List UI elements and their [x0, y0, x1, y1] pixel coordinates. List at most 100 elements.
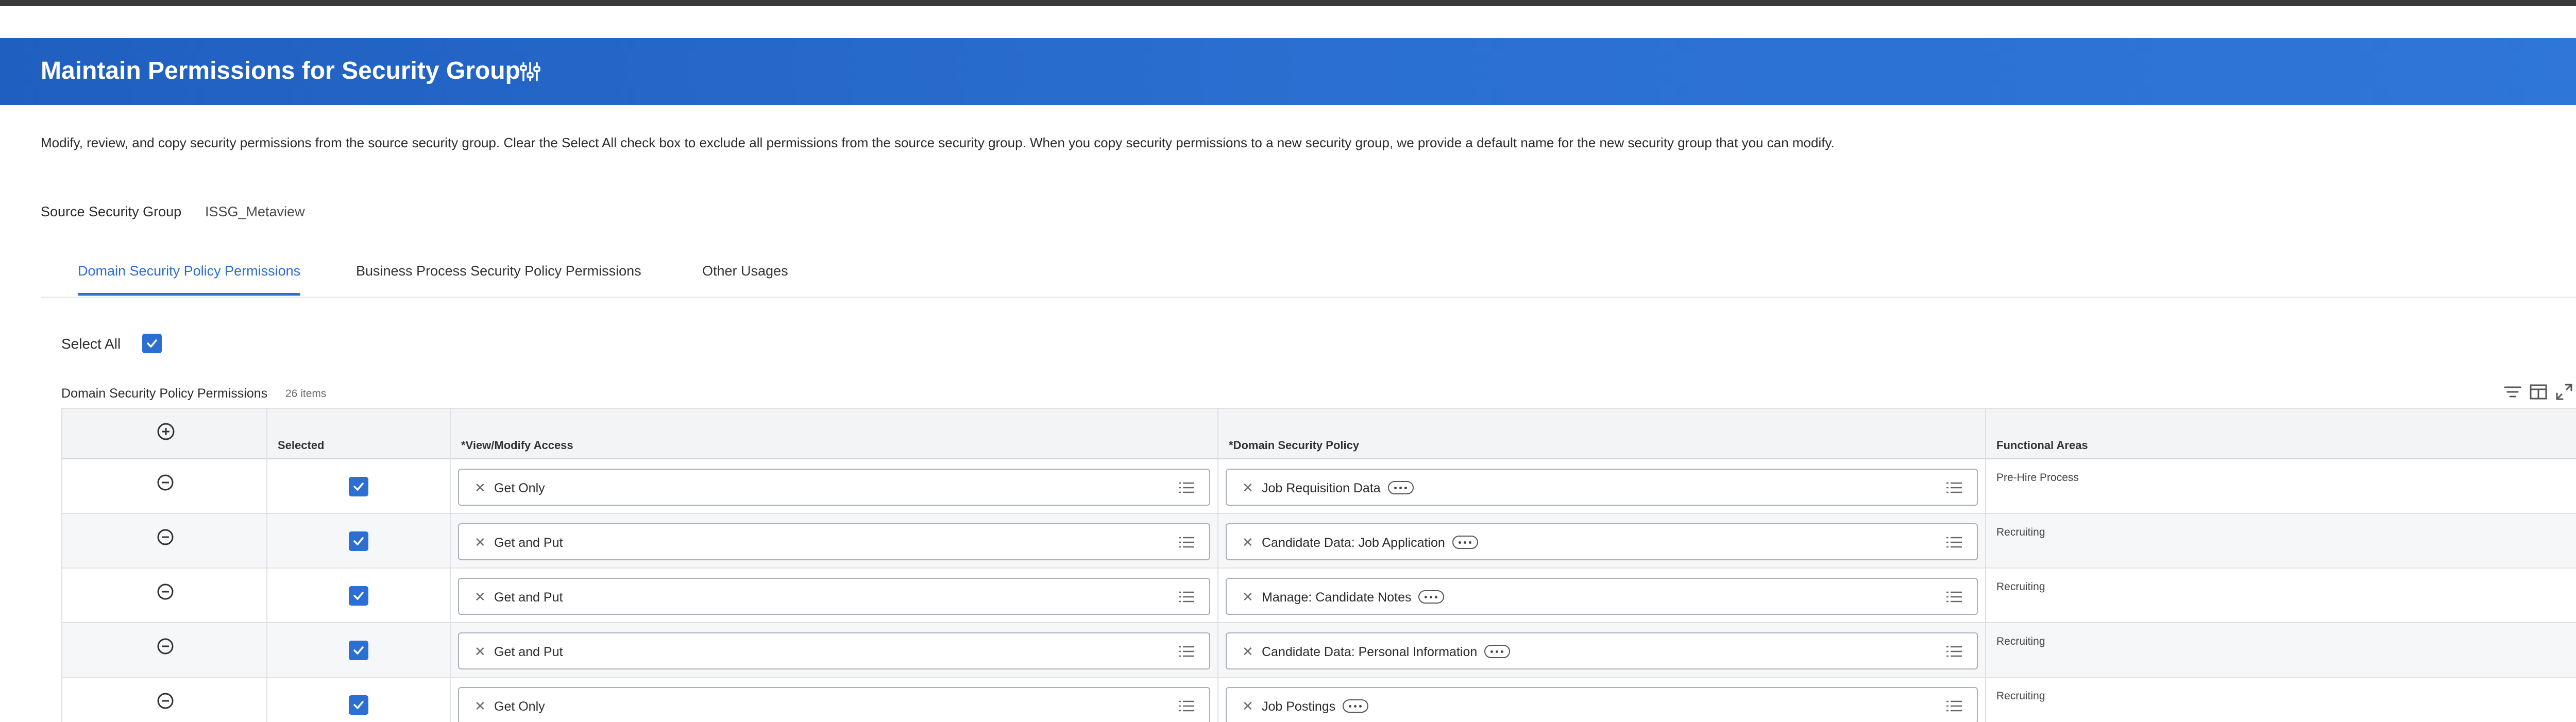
- list-icon[interactable]: [1945, 480, 1963, 495]
- x-icon[interactable]: ✕: [1242, 535, 1253, 551]
- list-icon[interactable]: [1177, 698, 1196, 714]
- access-value: Get Only: [494, 699, 545, 714]
- column-divider: [450, 408, 451, 722]
- minus-circle-icon[interactable]: [157, 528, 174, 546]
- row-selected-checkbox[interactable]: [349, 586, 368, 606]
- access-prompt-field[interactable]: ✕ Get and Put: [458, 632, 1210, 669]
- list-icon[interactable]: [1945, 535, 1963, 550]
- table-row: ✕ Get Only ✕ Job Postings Recruiting: [62, 678, 2576, 722]
- more-icon[interactable]: [1387, 481, 1414, 495]
- x-icon[interactable]: ✕: [1242, 644, 1253, 660]
- list-icon[interactable]: [1945, 644, 1963, 659]
- minus-circle-icon[interactable]: [157, 474, 174, 491]
- policy-value: Candidate Data: Job Application: [1262, 536, 1445, 550]
- policy-text: Job Postings: [1262, 699, 1369, 714]
- functional-area: Recruiting: [1996, 690, 2045, 702]
- policy-prompt-field[interactable]: ✕ Candidate Data: Job Application: [1226, 523, 1978, 560]
- policy-text: Candidate Data: Job Application: [1262, 536, 1478, 551]
- grid-item-count: 26 items: [285, 388, 327, 400]
- list-icon[interactable]: [1177, 480, 1196, 495]
- more-icon[interactable]: [1452, 536, 1478, 549]
- more-icon[interactable]: [1484, 645, 1511, 659]
- list-icon[interactable]: [1177, 644, 1196, 659]
- row-selected-checkbox[interactable]: [349, 695, 368, 715]
- access-prompt-field[interactable]: ✕ Get Only: [458, 469, 1210, 506]
- grid-title: Domain Security Policy Permissions: [61, 386, 268, 401]
- list-icon[interactable]: [1945, 589, 1963, 605]
- policy-value: Manage: Candidate Notes: [1262, 590, 1412, 605]
- check-icon: [353, 537, 364, 545]
- check-icon: [147, 339, 157, 348]
- row-selected-checkbox[interactable]: [349, 477, 368, 496]
- column-header-domain-security-policy: *Domain Security Policy: [1229, 439, 1360, 452]
- source-group-label: Source Security Group: [41, 204, 182, 219]
- permissions-grid: Selected *View/Modify Access *Domain Sec…: [61, 408, 2576, 722]
- access-value: Get and Put: [494, 645, 563, 659]
- background-bar: [0, 0, 2576, 6]
- column-divider: [1217, 408, 1218, 722]
- more-icon[interactable]: [1418, 590, 1445, 604]
- policy-value: Job Requisition Data: [1262, 481, 1381, 495]
- tab-label: Domain Security Policy Permissions: [78, 263, 301, 279]
- table-row: ✕ Get and Put ✕ Manage: Candidate Notes …: [62, 569, 2576, 623]
- tab-business-process-security-policy-permissions[interactable]: Business Process Security Policy Permiss…: [356, 257, 641, 296]
- functional-area: Recruiting: [1996, 635, 2045, 647]
- x-icon[interactable]: ✕: [474, 589, 486, 605]
- x-icon[interactable]: ✕: [474, 698, 486, 714]
- minus-circle-icon[interactable]: [157, 638, 174, 655]
- column-header-view-modify-access: *View/Modify Access: [461, 439, 573, 452]
- minus-circle-icon[interactable]: [157, 583, 174, 600]
- window-top-bar: [0, 0, 2576, 38]
- x-icon[interactable]: ✕: [1242, 480, 1253, 496]
- access-prompt-field[interactable]: ✕ Get and Put: [458, 578, 1210, 615]
- select-all-checkbox[interactable]: [142, 334, 162, 353]
- grid-header-row: Selected *View/Modify Access *Domain Sec…: [62, 408, 2576, 459]
- functional-area: Recruiting: [1996, 526, 2045, 538]
- more-icon[interactable]: [1343, 699, 1369, 713]
- access-prompt-field[interactable]: ✕ Get Only: [458, 687, 1210, 722]
- check-icon: [353, 701, 364, 709]
- minus-circle-icon[interactable]: [157, 692, 174, 710]
- plus-circle-icon[interactable]: [157, 422, 175, 441]
- functional-area: Pre-Hire Process: [1996, 472, 2079, 484]
- sliders-icon[interactable]: [518, 60, 542, 83]
- table-row: ✕ Get and Put ✕ Candidate Data: Job Appl…: [62, 514, 2576, 569]
- policy-text: Manage: Candidate Notes: [1262, 590, 1445, 605]
- policy-value: Candidate Data: Personal Information: [1262, 645, 1478, 659]
- policy-text: Job Requisition Data: [1262, 481, 1414, 496]
- list-icon[interactable]: [1177, 589, 1196, 605]
- filter-icon[interactable]: [2503, 382, 2522, 402]
- select-all-label: Select All: [61, 336, 121, 352]
- page-title: Maintain Permissions for Security Group: [41, 57, 520, 84]
- policy-value: Job Postings: [1262, 699, 1336, 714]
- table-row: ✕ Get and Put ✕ Candidate Data: Personal…: [62, 623, 2576, 678]
- active-tab-indicator: [78, 293, 301, 296]
- row-selected-checkbox[interactable]: [349, 531, 368, 551]
- access-value: Get Only: [494, 481, 545, 495]
- list-icon[interactable]: [1945, 698, 1963, 714]
- x-icon[interactable]: ✕: [1242, 698, 1253, 714]
- access-value: Get and Put: [494, 536, 563, 550]
- access-prompt-field[interactable]: ✕ Get and Put: [458, 523, 1210, 560]
- x-icon[interactable]: ✕: [474, 644, 486, 660]
- list-icon[interactable]: [1177, 535, 1196, 550]
- tab-label: Business Process Security Policy Permiss…: [356, 263, 641, 279]
- expand-icon[interactable]: [2554, 382, 2574, 402]
- policy-prompt-field[interactable]: ✕ Manage: Candidate Notes: [1226, 578, 1978, 615]
- policy-prompt-field[interactable]: ✕ Job Postings: [1226, 687, 1978, 722]
- policy-text: Candidate Data: Personal Information: [1262, 645, 1511, 660]
- tab-domain-security-policy-permissions[interactable]: Domain Security Policy Permissions: [78, 257, 301, 296]
- column-divider: [1985, 408, 1986, 722]
- x-icon[interactable]: ✕: [474, 535, 486, 551]
- column-header-selected: Selected: [278, 439, 325, 452]
- policy-prompt-field[interactable]: ✕ Job Requisition Data: [1226, 469, 1978, 506]
- source-group-value: ISSG_Metaview: [205, 204, 305, 219]
- x-icon[interactable]: ✕: [474, 480, 486, 496]
- columns-icon[interactable]: [2529, 382, 2548, 402]
- column-header-functional-areas: Functional Areas: [1996, 439, 2088, 452]
- tab-other-usages[interactable]: Other Usages: [702, 257, 788, 296]
- page-description: Modify, review, and copy security permis…: [41, 135, 1835, 150]
- x-icon[interactable]: ✕: [1242, 589, 1253, 605]
- policy-prompt-field[interactable]: ✕ Candidate Data: Personal Information: [1226, 632, 1978, 669]
- row-selected-checkbox[interactable]: [349, 641, 368, 660]
